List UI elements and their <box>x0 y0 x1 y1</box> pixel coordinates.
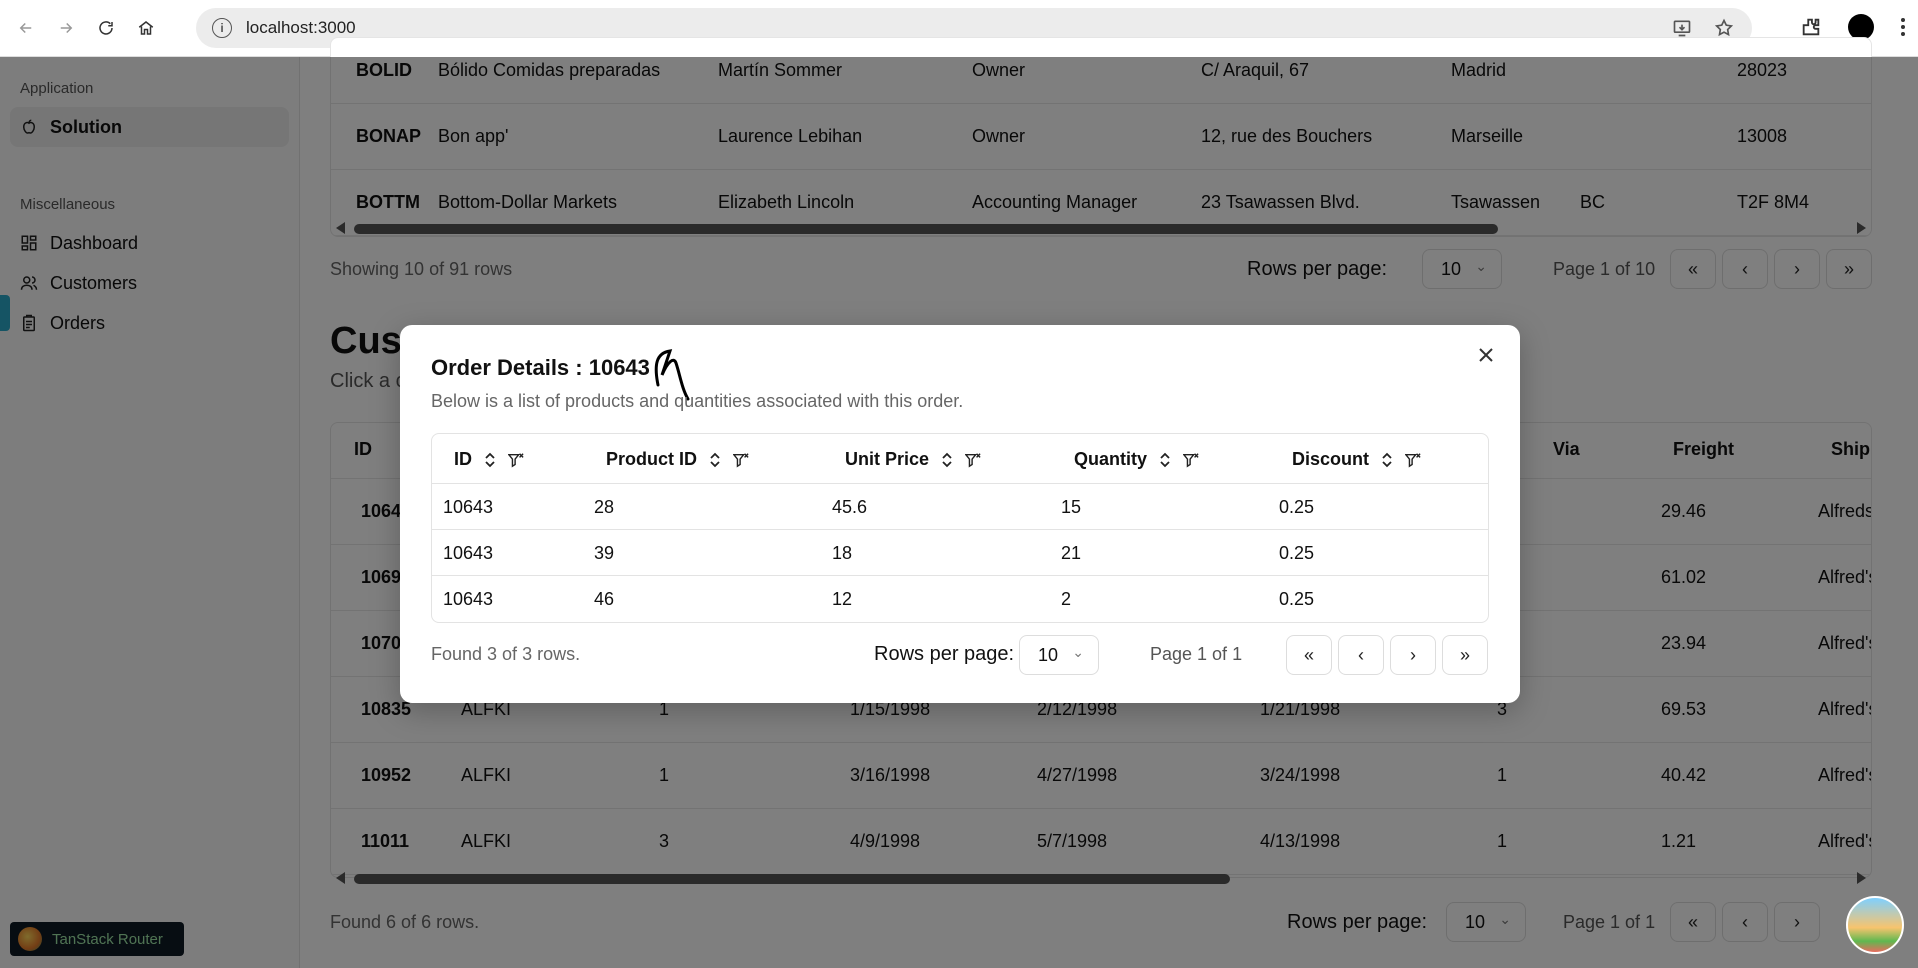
close-icon <box>1479 348 1493 362</box>
col-header-product-id[interactable]: Product ID <box>606 449 749 470</box>
cell-product-id: 28 <box>594 497 615 517</box>
forward-button[interactable] <box>52 14 80 42</box>
table-header-row: ID Product ID Unit Price Quantity Discou <box>432 434 1488 484</box>
sort-icon[interactable] <box>1157 451 1173 469</box>
rows-per-page-label: Rows per page: <box>874 643 1015 665</box>
cell-discount: 0.25 <box>1279 497 1315 517</box>
reload-button[interactable] <box>92 14 120 42</box>
filter-clear-icon[interactable] <box>733 451 749 469</box>
site-info-icon[interactable]: i <box>212 18 232 38</box>
sort-icon[interactable] <box>482 451 498 469</box>
cell-quantity: 2 <box>1061 589 1072 609</box>
prev-page-button[interactable]: ‹ <box>1338 635 1384 675</box>
col-header-quantity[interactable]: Quantity <box>1074 449 1199 470</box>
bookmark-star-icon[interactable] <box>1714 18 1734 38</box>
cell-unit-price: 12 <box>832 589 853 609</box>
last-page-button[interactable]: » <box>1442 635 1488 675</box>
rows-per-page-value: 10 <box>1038 644 1059 665</box>
col-header-unit-price[interactable]: Unit Price <box>845 449 981 470</box>
arrow-right-icon <box>60 22 73 34</box>
back-button[interactable] <box>12 14 40 42</box>
cell-quantity: 15 <box>1061 497 1082 517</box>
filter-clear-icon[interactable] <box>508 451 524 469</box>
filter-clear-icon[interactable] <box>1405 451 1421 469</box>
cell-unit-price: 45.6 <box>832 497 868 517</box>
column-label: Quantity <box>1074 449 1148 469</box>
arrow-left-icon <box>19 22 32 34</box>
home-icon <box>138 21 154 35</box>
found-count: Found 3 of 3 rows. <box>431 644 581 664</box>
cell-discount: 0.25 <box>1279 543 1315 563</box>
home-button[interactable] <box>132 14 160 42</box>
cell-discount: 0.25 <box>1279 589 1315 609</box>
cell-product-id: 46 <box>594 589 615 609</box>
column-label: Discount <box>1292 449 1370 469</box>
column-label: Product ID <box>606 449 698 469</box>
url-text: localhost:3000 <box>246 18 356 37</box>
dialog-description: Below is a list of products and quantiti… <box>431 391 964 411</box>
more-menu-icon[interactable] <box>1900 16 1906 38</box>
sort-icon[interactable] <box>1379 451 1395 469</box>
dialog-title: Order Details : 10643 <box>431 355 650 380</box>
rows-per-page-select[interactable]: 10 ⌄ <box>1019 635 1099 675</box>
cell-id: 10643 <box>443 497 494 517</box>
sort-icon[interactable] <box>939 451 955 469</box>
col-header-discount[interactable]: Discount <box>1292 449 1421 470</box>
column-label: Unit Price <box>845 449 930 469</box>
cell-quantity: 21 <box>1061 543 1082 563</box>
table-row[interactable]: 10643 28 45.6 15 0.25 <box>432 484 1488 530</box>
assistant-avatar-button[interactable] <box>1846 896 1904 954</box>
order-details-dialog: Order Details : 10643 Below is a list of… <box>400 325 1520 703</box>
order-details-table: ID Product ID Unit Price Quantity Discou <box>431 433 1489 623</box>
table-row[interactable]: 10643 46 12 2 0.25 <box>432 576 1488 622</box>
col-header-id[interactable]: ID <box>454 449 524 470</box>
extensions-puzzle-icon[interactable] <box>1800 16 1822 38</box>
sort-icon[interactable] <box>707 451 723 469</box>
close-dialog-button[interactable] <box>1474 343 1498 367</box>
chevron-down-icon: ⌄ <box>1072 644 1084 660</box>
first-page-button[interactable]: « <box>1286 635 1332 675</box>
filter-clear-icon[interactable] <box>965 451 981 469</box>
cell-product-id: 39 <box>594 543 615 563</box>
page-indicator: Page 1 of 1 <box>1150 644 1243 664</box>
reload-icon <box>99 21 113 35</box>
cell-id: 10643 <box>443 589 494 609</box>
column-label: ID <box>454 449 472 469</box>
install-app-icon[interactable] <box>1672 18 1692 38</box>
table-row[interactable]: 10643 39 18 21 0.25 <box>432 530 1488 576</box>
next-page-button[interactable]: › <box>1390 635 1436 675</box>
dialog-pagination: Found 3 of 3 rows. Rows per page: 10 ⌄ P… <box>431 635 1489 675</box>
filter-clear-icon[interactable] <box>1183 451 1199 469</box>
cell-unit-price: 18 <box>832 543 853 563</box>
cell-id: 10643 <box>443 543 494 563</box>
